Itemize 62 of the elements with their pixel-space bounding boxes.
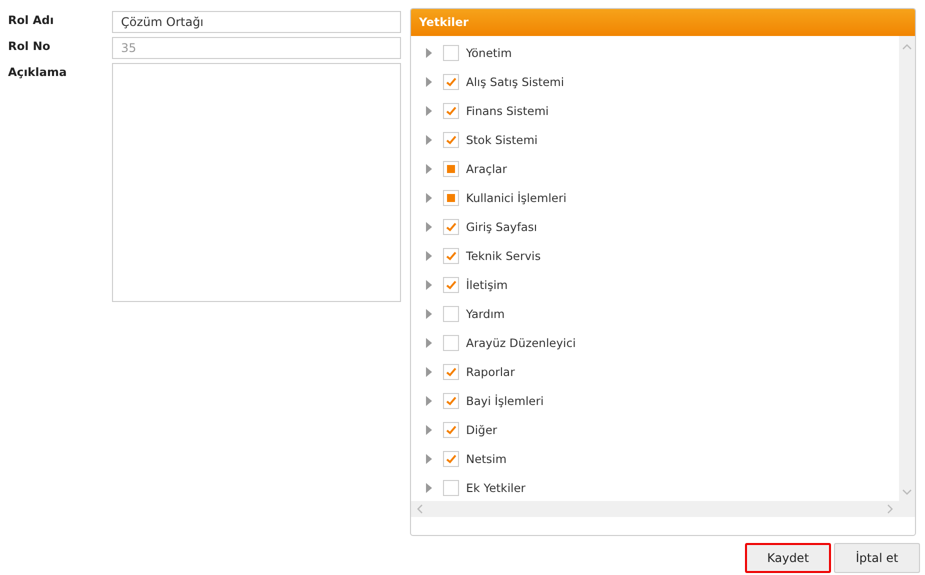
tree-item[interactable]: Arayüz Düzenleyici <box>466 336 576 350</box>
checkbox[interactable] <box>443 392 459 408</box>
expand-icon[interactable] <box>426 222 432 232</box>
tree-item[interactable]: Araçlar <box>466 162 507 176</box>
description-field[interactable] <box>112 63 401 302</box>
checkbox[interactable] <box>443 132 459 148</box>
scroll-down-icon[interactable] <box>902 489 912 495</box>
tree-item[interactable]: Teknik Servis <box>466 248 541 262</box>
checkbox[interactable] <box>443 306 459 322</box>
checkbox[interactable] <box>443 276 459 292</box>
expand-icon[interactable] <box>426 338 432 348</box>
checkbox[interactable] <box>443 364 459 380</box>
vertical-scrollbar[interactable] <box>899 36 915 501</box>
tree-item[interactable]: Bayi İşlemleri <box>466 394 544 408</box>
expand-icon[interactable] <box>426 192 432 202</box>
input-field[interactable]: Çözüm Ortağı <box>112 11 401 33</box>
tree-item[interactable]: Diğer <box>466 422 498 436</box>
checkbox[interactable] <box>443 248 459 264</box>
scroll-right-icon[interactable] <box>887 504 893 514</box>
checkbox[interactable] <box>443 102 459 118</box>
tree-item[interactable]: Alış Satış Sistemi <box>466 74 564 88</box>
expand-icon[interactable] <box>426 250 432 260</box>
expand-icon[interactable] <box>426 106 432 116</box>
expand-icon[interactable] <box>426 164 432 174</box>
scroll-up-icon[interactable] <box>902 44 912 50</box>
checkbox[interactable] <box>443 218 459 234</box>
expand-icon[interactable] <box>426 134 432 144</box>
expand-icon[interactable] <box>426 308 432 318</box>
tree-item[interactable]: Giriş Sayfası <box>466 220 538 234</box>
tree-item[interactable]: İletişim <box>466 278 508 292</box>
field-label: Rol Adı <box>8 12 55 27</box>
checkbox[interactable] <box>443 160 459 176</box>
tree-item[interactable]: Kullanici İşlemleri <box>466 190 566 204</box>
checkbox[interactable] <box>443 450 459 466</box>
expand-icon[interactable] <box>426 280 432 290</box>
field-label: Açıklama <box>8 64 68 79</box>
scroll-left-icon[interactable] <box>417 504 423 514</box>
tree-item[interactable]: Yönetim <box>466 46 512 60</box>
expand-icon[interactable] <box>426 454 432 464</box>
cancel-button[interactable]: İptal et <box>834 543 920 573</box>
checkbox[interactable] <box>443 480 459 496</box>
expand-icon[interactable] <box>426 366 432 376</box>
tree-item[interactable]: Raporlar <box>466 364 515 378</box>
checkbox[interactable] <box>443 190 459 206</box>
tree-item[interactable]: Ek Yetkiler <box>466 480 526 494</box>
expand-icon[interactable] <box>426 48 432 58</box>
panel-title: Yetkiler <box>411 9 915 36</box>
expand-icon[interactable] <box>426 396 432 406</box>
tree-item[interactable]: Finans Sistemi <box>466 104 549 118</box>
checkbox[interactable] <box>443 44 459 60</box>
expand-icon[interactable] <box>426 482 432 492</box>
save-button[interactable]: Kaydet <box>745 543 831 573</box>
checkbox[interactable] <box>443 422 459 438</box>
tree-item[interactable]: Stok Sistemi <box>466 132 538 146</box>
expand-icon[interactable] <box>426 76 432 86</box>
tree-item[interactable]: Netsim <box>466 452 507 466</box>
checkbox[interactable] <box>443 74 459 90</box>
expand-icon[interactable] <box>426 424 432 434</box>
field-label: Rol No <box>8 38 52 53</box>
tree-item[interactable]: Yardım <box>466 306 505 320</box>
checkbox[interactable] <box>443 334 459 350</box>
horizontal-scrollbar[interactable] <box>411 501 915 517</box>
